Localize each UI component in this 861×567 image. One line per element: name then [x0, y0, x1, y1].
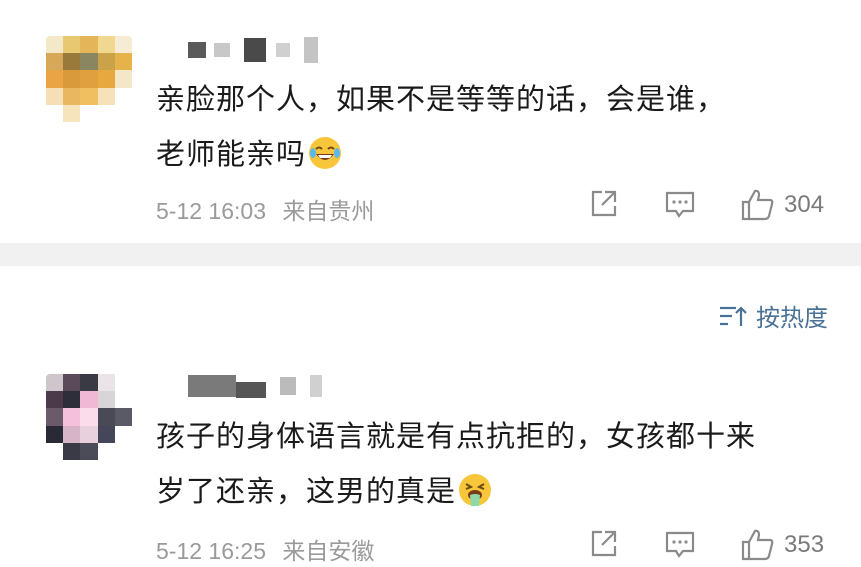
- share-button[interactable]: [588, 188, 620, 220]
- share-icon: [591, 190, 617, 217]
- reply-button[interactable]: [664, 528, 696, 560]
- vomiting-emoji-icon: [458, 470, 492, 506]
- comment-icon: [665, 531, 695, 558]
- comment-text-line: 孩子的身体语言就是有点抗拒的，女孩都十来: [156, 419, 757, 453]
- sort-label: 按热度: [756, 304, 828, 332]
- like-count: 304: [784, 191, 825, 218]
- comment-location: 来自安徽: [282, 538, 375, 564]
- thumbs-up-icon: [741, 529, 774, 561]
- sort-icon: [720, 305, 747, 326]
- comment-item: 孩子的身体语言就是有点抗拒的，女孩都十来 岁了还亲，这男的真是 5-12 16:…: [0, 352, 861, 567]
- comment-text: 亲脸那个人，如果不是等等的话，会是谁， 老师能亲吗: [156, 72, 846, 182]
- thumbs-up-icon: [741, 189, 774, 221]
- section-divider: [0, 243, 861, 266]
- comment-text-line: 老师能亲吗: [156, 137, 307, 171]
- share-button[interactable]: [588, 528, 620, 560]
- username-blurred[interactable]: [188, 37, 318, 63]
- comment-text: 孩子的身体语言就是有点抗拒的，女孩都十来 岁了还亲，这男的真是: [156, 409, 846, 519]
- comment-time: 5-12 16:25: [156, 538, 266, 564]
- username-blurred[interactable]: [188, 374, 322, 398]
- like-button[interactable]: 304: [740, 188, 824, 222]
- avatar[interactable]: [46, 36, 132, 122]
- comment-text-line: 亲脸那个人，如果不是等等的话，会是谁，: [156, 82, 727, 116]
- share-icon: [591, 530, 617, 557]
- comment-time: 5-12 16:03: [156, 198, 266, 224]
- comment-meta: 5-12 16:03 来自贵州: [156, 192, 384, 226]
- avatar[interactable]: [46, 374, 132, 460]
- laughing-tears-emoji-icon: [308, 133, 342, 169]
- sort-by-hot-button[interactable]: 按热度: [718, 298, 828, 333]
- comment-meta: 5-12 16:25 来自安徽: [156, 532, 384, 566]
- comment-location: 来自贵州: [282, 198, 375, 224]
- comment-text-line: 岁了还亲，这男的真是: [156, 474, 457, 508]
- comment-item: 亲脸那个人，如果不是等等的话，会是谁， 老师能亲吗 5-12 16:03 来自贵…: [0, 0, 861, 240]
- like-button[interactable]: 353: [740, 528, 824, 562]
- reply-button[interactable]: [664, 188, 696, 220]
- comment-icon: [665, 191, 695, 218]
- like-count: 353: [784, 531, 825, 558]
